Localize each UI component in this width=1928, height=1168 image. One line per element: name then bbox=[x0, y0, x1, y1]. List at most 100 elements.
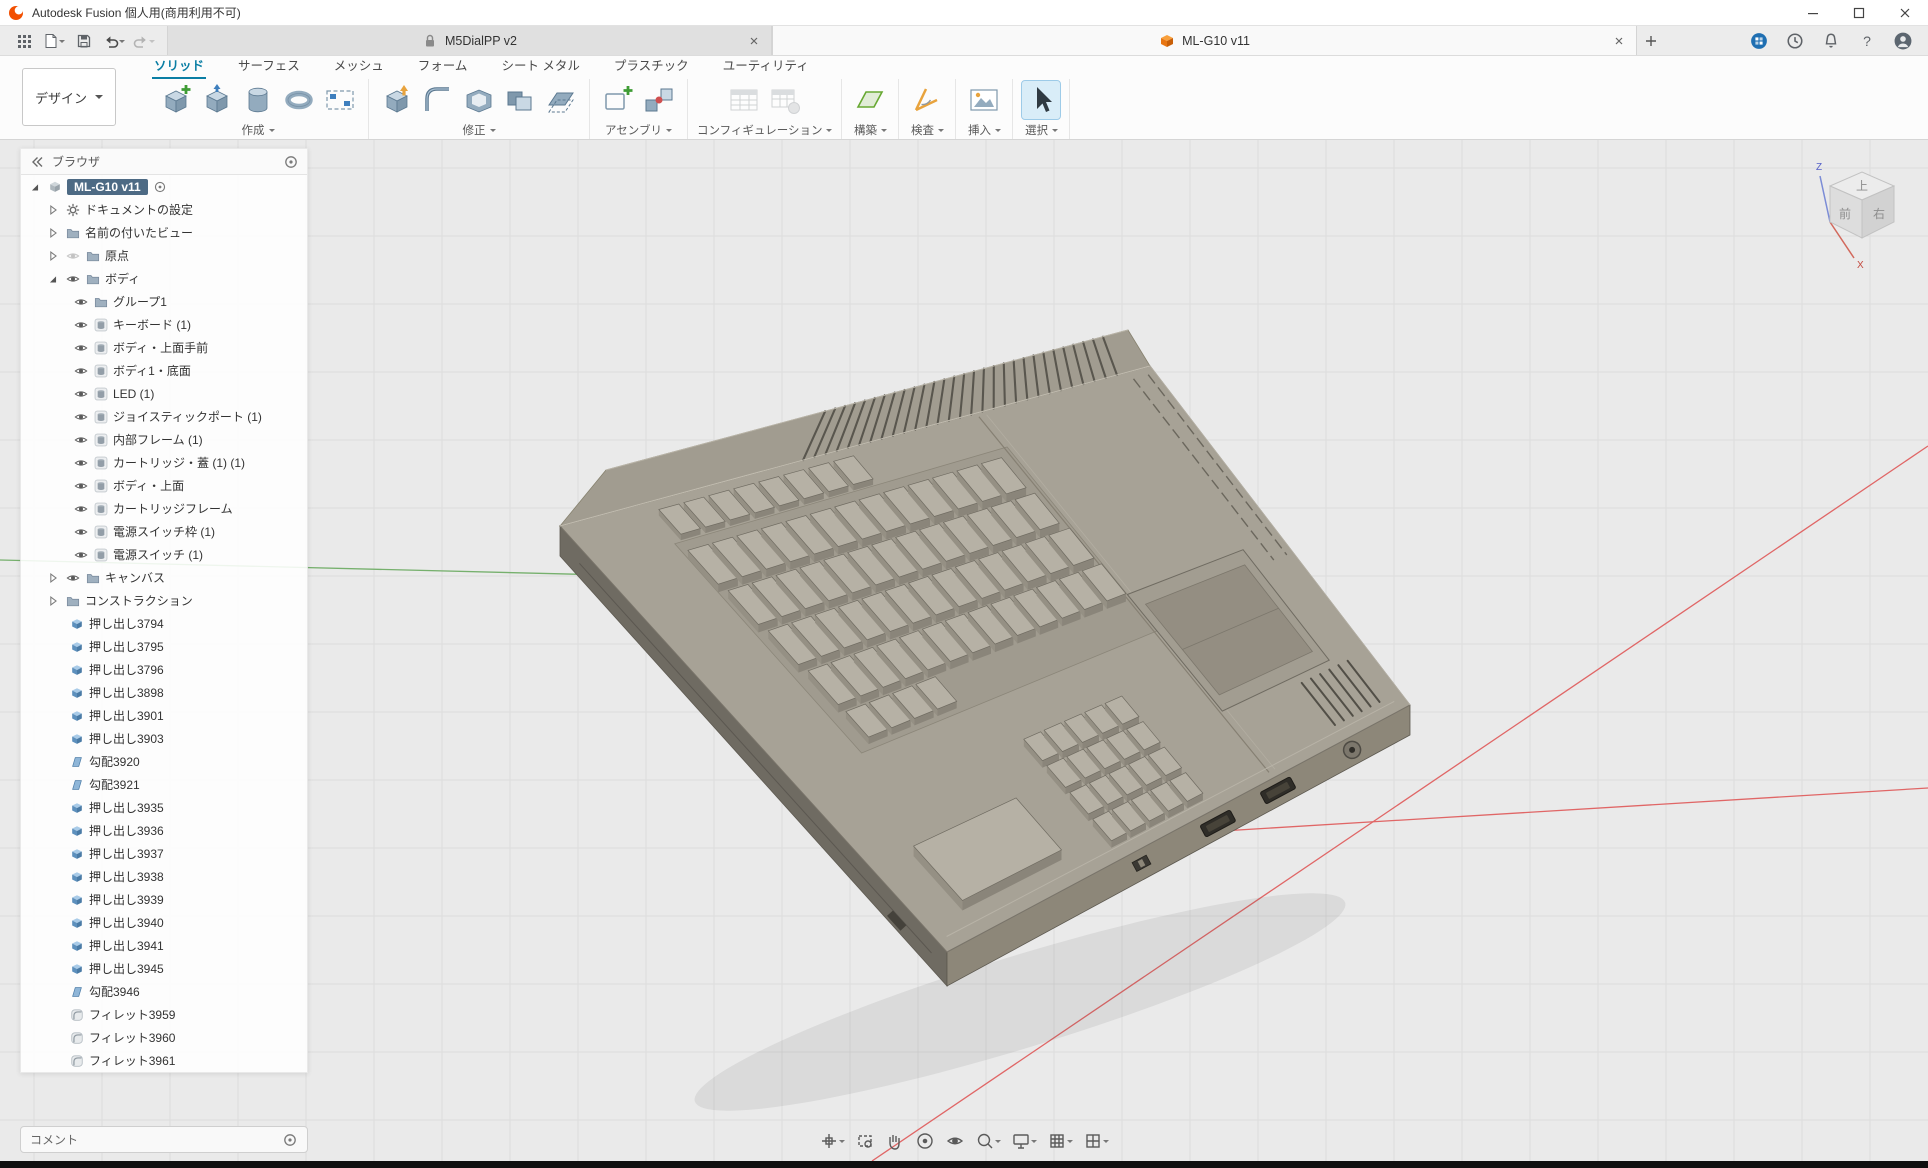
file-menu-button[interactable] bbox=[40, 28, 67, 54]
tool-shell-button[interactable] bbox=[460, 81, 498, 119]
group-dropdown-6[interactable]: 挿入 bbox=[968, 122, 1001, 138]
tool-combine-button[interactable] bbox=[501, 81, 539, 119]
ribbon-tab-3[interactable]: フォーム bbox=[416, 53, 470, 79]
viewcube-right-label[interactable]: 右 bbox=[1873, 206, 1885, 221]
feature-item-17[interactable]: フィレット3959 bbox=[21, 1003, 307, 1026]
ribbon-tab-0[interactable]: ソリッド bbox=[152, 53, 206, 79]
group-dropdown-4[interactable]: 構築 bbox=[854, 122, 887, 138]
help-icon[interactable]: ? bbox=[1858, 32, 1876, 50]
feature-item-15[interactable]: 押し出し3945 bbox=[21, 957, 307, 980]
tool-measure-button[interactable] bbox=[908, 81, 946, 119]
visibility-toggle-icon[interactable] bbox=[65, 271, 81, 287]
feature-item-16[interactable]: 勾配3946 bbox=[21, 980, 307, 1003]
model-msx-computer[interactable] bbox=[560, 330, 1410, 1145]
notifications-icon[interactable] bbox=[1822, 32, 1840, 50]
maximize-button[interactable] bbox=[1836, 0, 1882, 25]
canvas-area[interactable]: 上 前 右 Z X ブラウザ ML-G10 v11ドキュメントの設定名前の付いた… bbox=[0, 140, 1928, 1161]
browser-item-18[interactable]: コンストラクション bbox=[21, 589, 307, 612]
browser-item-15[interactable]: 電源スイッチ枠 (1) bbox=[21, 520, 307, 543]
job-status-icon[interactable] bbox=[1786, 32, 1804, 50]
zoom-window-button[interactable] bbox=[853, 1128, 877, 1154]
browser-item-14[interactable]: カートリッジフレーム bbox=[21, 497, 307, 520]
tool-config-theme-button[interactable] bbox=[766, 81, 804, 119]
comment-options-icon[interactable] bbox=[282, 1132, 298, 1148]
expander-icon[interactable] bbox=[45, 248, 61, 264]
orbit-button[interactable] bbox=[913, 1128, 937, 1154]
feature-item-7[interactable]: 勾配3921 bbox=[21, 773, 307, 796]
tool-pattern-button[interactable] bbox=[321, 81, 359, 119]
visibility-toggle-icon[interactable] bbox=[73, 455, 89, 471]
visibility-toggle-icon[interactable] bbox=[73, 386, 89, 402]
visibility-toggle-icon[interactable] bbox=[73, 547, 89, 563]
visibility-toggle-icon[interactable] bbox=[73, 432, 89, 448]
feature-item-1[interactable]: 押し出し3795 bbox=[21, 635, 307, 658]
browser-item-8[interactable]: ボディ1・底面 bbox=[21, 359, 307, 382]
feature-item-4[interactable]: 押し出し3901 bbox=[21, 704, 307, 727]
tool-new-component-button[interactable] bbox=[599, 81, 637, 119]
expander-icon[interactable] bbox=[45, 225, 61, 241]
account-avatar[interactable] bbox=[1894, 32, 1912, 50]
feature-item-14[interactable]: 押し出し3941 bbox=[21, 934, 307, 957]
browser-options-icon[interactable] bbox=[283, 154, 299, 170]
zoom-button[interactable] bbox=[973, 1128, 1003, 1154]
save-button[interactable] bbox=[70, 28, 97, 54]
browser-item-5[interactable]: グループ1 bbox=[21, 290, 307, 313]
comment-bar[interactable]: コメント bbox=[20, 1126, 308, 1153]
visibility-toggle-icon[interactable] bbox=[73, 478, 89, 494]
browser-item-7[interactable]: ボディ・上面手前 bbox=[21, 336, 307, 359]
tool-plane-button[interactable] bbox=[851, 81, 889, 119]
visibility-toggle-icon[interactable] bbox=[73, 363, 89, 379]
tool-torus-button[interactable] bbox=[280, 81, 318, 119]
visibility-toggle-icon[interactable] bbox=[73, 340, 89, 356]
expander-icon[interactable] bbox=[45, 202, 61, 218]
ribbon-tab-4[interactable]: シート メタル bbox=[499, 53, 581, 79]
browser-item-16[interactable]: 電源スイッチ (1) bbox=[21, 543, 307, 566]
feature-item-12[interactable]: 押し出し3939 bbox=[21, 888, 307, 911]
group-dropdown-5[interactable]: 検査 bbox=[911, 122, 944, 138]
group-dropdown-1[interactable]: 修正 bbox=[463, 122, 496, 138]
viewcube-front-label[interactable]: 前 bbox=[1839, 206, 1851, 221]
browser-item-10[interactable]: ジョイスティックポート (1) bbox=[21, 405, 307, 428]
browser-item-4[interactable]: ボディ bbox=[21, 267, 307, 290]
feature-item-5[interactable]: 押し出し3903 bbox=[21, 727, 307, 750]
fit-view-button[interactable] bbox=[817, 1128, 847, 1154]
visibility-toggle-icon[interactable] bbox=[73, 317, 89, 333]
activate-component-icon[interactable] bbox=[152, 179, 168, 195]
feature-item-2[interactable]: 押し出し3796 bbox=[21, 658, 307, 681]
grid-settings-button[interactable] bbox=[1045, 1128, 1075, 1154]
workspace-selector[interactable]: デザイン bbox=[22, 68, 116, 126]
browser-item-17[interactable]: キャンバス bbox=[21, 566, 307, 589]
tool-cylinder-button[interactable] bbox=[239, 81, 277, 119]
tool-joint-button[interactable] bbox=[640, 81, 678, 119]
tab-m5dialpp[interactable]: M5DialPP v2 bbox=[167, 26, 772, 55]
tool-extrude-button[interactable] bbox=[198, 81, 236, 119]
ribbon-tab-2[interactable]: メッシュ bbox=[332, 53, 386, 79]
browser-item-9[interactable]: LED (1) bbox=[21, 382, 307, 405]
browser-item-2[interactable]: 名前の付いたビュー bbox=[21, 221, 307, 244]
extensions-icon[interactable] bbox=[1750, 32, 1768, 50]
tool-press-pull-button[interactable] bbox=[378, 81, 416, 119]
ribbon-tab-1[interactable]: サーフェス bbox=[236, 53, 302, 79]
visibility-toggle-icon[interactable] bbox=[65, 570, 81, 586]
feature-item-0[interactable]: 押し出し3794 bbox=[21, 612, 307, 635]
tool-fillet-button[interactable] bbox=[419, 81, 457, 119]
group-dropdown-7[interactable]: 選択 bbox=[1025, 122, 1058, 138]
tool-insert-image-button[interactable] bbox=[965, 81, 1003, 119]
feature-item-9[interactable]: 押し出し3936 bbox=[21, 819, 307, 842]
browser-item-11[interactable]: 内部フレーム (1) bbox=[21, 428, 307, 451]
tool-config-table-button[interactable] bbox=[725, 81, 763, 119]
undo-button[interactable] bbox=[100, 28, 127, 54]
group-dropdown-2[interactable]: アセンブリ bbox=[605, 122, 672, 138]
tab-close-icon[interactable] bbox=[746, 33, 762, 49]
browser-item-0[interactable]: ML-G10 v11 bbox=[21, 175, 307, 198]
visibility-toggle-icon[interactable] bbox=[73, 294, 89, 310]
expander-icon[interactable] bbox=[45, 271, 61, 287]
group-dropdown-3[interactable]: コンフィギュレーション bbox=[697, 122, 832, 138]
feature-item-19[interactable]: フィレット3961 bbox=[21, 1049, 307, 1072]
feature-item-10[interactable]: 押し出し3937 bbox=[21, 842, 307, 865]
browser-item-13[interactable]: ボディ・上面 bbox=[21, 474, 307, 497]
viewports-button[interactable] bbox=[1081, 1128, 1111, 1154]
browser-item-6[interactable]: キーボード (1) bbox=[21, 313, 307, 336]
pan-button[interactable] bbox=[883, 1128, 907, 1154]
ribbon-tab-6[interactable]: ユーティリティ bbox=[721, 53, 811, 79]
